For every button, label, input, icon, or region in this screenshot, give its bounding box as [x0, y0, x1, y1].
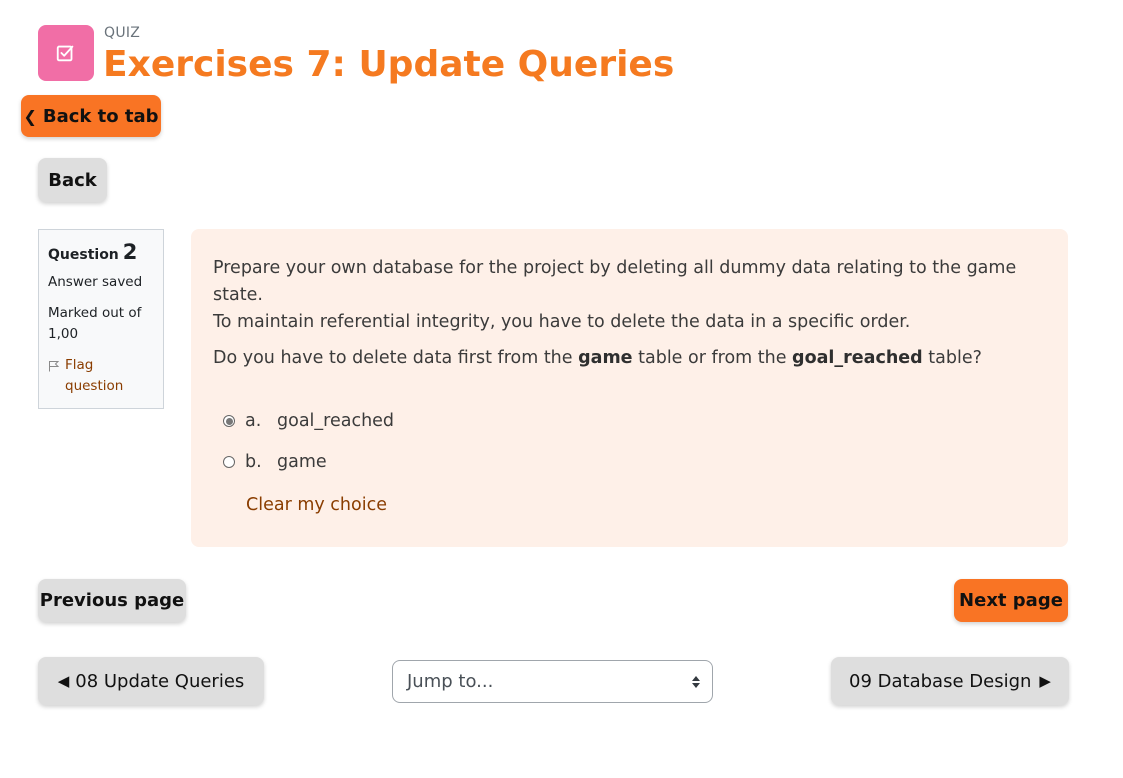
page-title: Exercises 7: Update Queries: [103, 44, 675, 85]
jump-to-label: Jump to...: [407, 671, 494, 692]
next-activity-label: 09 Database Design: [849, 670, 1032, 692]
flag-question-link[interactable]: Flag question: [48, 355, 154, 397]
question-text-line-2: To maintain referential integrity, you h…: [213, 312, 911, 332]
quiz-page: QUIZ Exercises 7: Update Queries ❮ Back …: [0, 0, 1123, 778]
question-state: Answer saved: [48, 274, 143, 290]
radio-selected-dot: [225, 417, 233, 425]
radio-button-b[interactable]: [223, 456, 235, 468]
question-text-line-1: Prepare your own database for the projec…: [213, 258, 1017, 305]
flag-icon: [49, 361, 60, 372]
select-arrows-icon: [692, 675, 700, 688]
question-prompt: Do you have to delete data first from th…: [213, 345, 1053, 372]
prompt-part-3: table?: [922, 348, 982, 368]
answer-letter-a: a.: [245, 411, 262, 431]
prompt-table-goal-reached: goal_reached: [792, 348, 923, 368]
back-to-tab-label: Back to tab: [42, 105, 159, 127]
next-activity-button[interactable]: 09 Database Design ▶: [831, 657, 1069, 705]
triangle-left-icon: ◀: [57, 672, 70, 690]
flag-question-label: Flag question: [65, 357, 124, 394]
answer-option-a[interactable]: a. goal_reached: [223, 411, 394, 431]
question-label: Question: [48, 247, 119, 263]
triangle-right-icon: ▶: [1039, 672, 1051, 690]
question-grade: Marked out of 1,00: [48, 305, 142, 342]
previous-page-button[interactable]: Previous page: [38, 579, 186, 622]
answer-option-b[interactable]: b. game: [223, 452, 327, 472]
clear-my-choice-link[interactable]: Clear my choice: [246, 495, 387, 515]
previous-activity-label: 08 Update Queries: [75, 670, 245, 692]
answer-text-a: goal_reached: [277, 411, 395, 431]
prompt-part-2: table or from the: [632, 348, 793, 368]
previous-activity-button[interactable]: ◀ 08 Update Queries: [38, 657, 264, 705]
radio-button-a[interactable]: [223, 415, 235, 427]
jump-to-select[interactable]: Jump to...: [392, 660, 713, 703]
prompt-part-1: Do you have to delete data first from th…: [213, 348, 579, 368]
activity-kind-label: QUIZ: [104, 25, 141, 41]
question-info-panel: Question 2 Answer saved Marked out of 1,0…: [38, 229, 164, 409]
checkbox-icon: [56, 45, 74, 62]
back-to-tab-button[interactable]: ❮ Back to tab: [21, 95, 161, 137]
prompt-table-game: game: [578, 348, 633, 368]
question-number: 2: [122, 240, 138, 264]
answer-text-b: game: [277, 452, 327, 472]
answer-letter-b: b.: [245, 452, 262, 472]
chevron-left-icon: ❮: [23, 106, 37, 126]
quiz-activity-icon: [38, 25, 94, 81]
question-number-heading: Question 2: [48, 240, 154, 264]
next-page-button[interactable]: Next page: [954, 579, 1068, 622]
question-content: Prepare your own database for the projec…: [191, 229, 1068, 547]
question-text: Prepare your own database for the projec…: [213, 255, 1053, 372]
back-button[interactable]: Back: [38, 158, 107, 202]
